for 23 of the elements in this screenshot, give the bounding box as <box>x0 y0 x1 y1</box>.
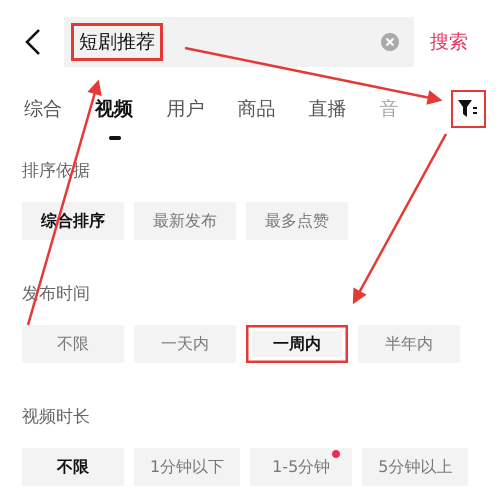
filter-option[interactable]: 不限 <box>22 448 124 486</box>
filter-option[interactable]: 1分钟以下 <box>134 448 240 486</box>
search-query: 短剧推荐 <box>71 23 163 61</box>
search-field[interactable]: 短剧推荐 <box>64 17 414 67</box>
tab[interactable]: 商品 <box>237 92 309 126</box>
filter-option[interactable]: 不限 <box>22 325 124 363</box>
filter-button[interactable] <box>450 90 486 128</box>
search-button[interactable]: 搜索 <box>424 25 474 59</box>
filter-option[interactable]: 1-5分钟 <box>250 448 352 486</box>
filter-option[interactable]: 一天内 <box>134 325 236 363</box>
filter-option[interactable]: 5分钟以上 <box>362 448 468 486</box>
tab[interactable]: 音 <box>380 92 451 126</box>
tab[interactable]: 视频 <box>95 92 166 126</box>
tab[interactable]: 直播 <box>308 92 380 126</box>
filter-option[interactable]: 一周内 <box>246 325 348 363</box>
tab[interactable]: 综合 <box>24 92 96 126</box>
tab-indicator <box>109 136 122 140</box>
filter-icon <box>458 100 478 118</box>
filter-option[interactable]: 半年内 <box>358 325 460 363</box>
filter-option[interactable]: 最多点赞 <box>246 202 348 240</box>
section-title: 视频时长 <box>22 406 91 428</box>
tab[interactable]: 用户 <box>166 92 238 126</box>
filter-option[interactable]: 最新发布 <box>134 202 236 240</box>
